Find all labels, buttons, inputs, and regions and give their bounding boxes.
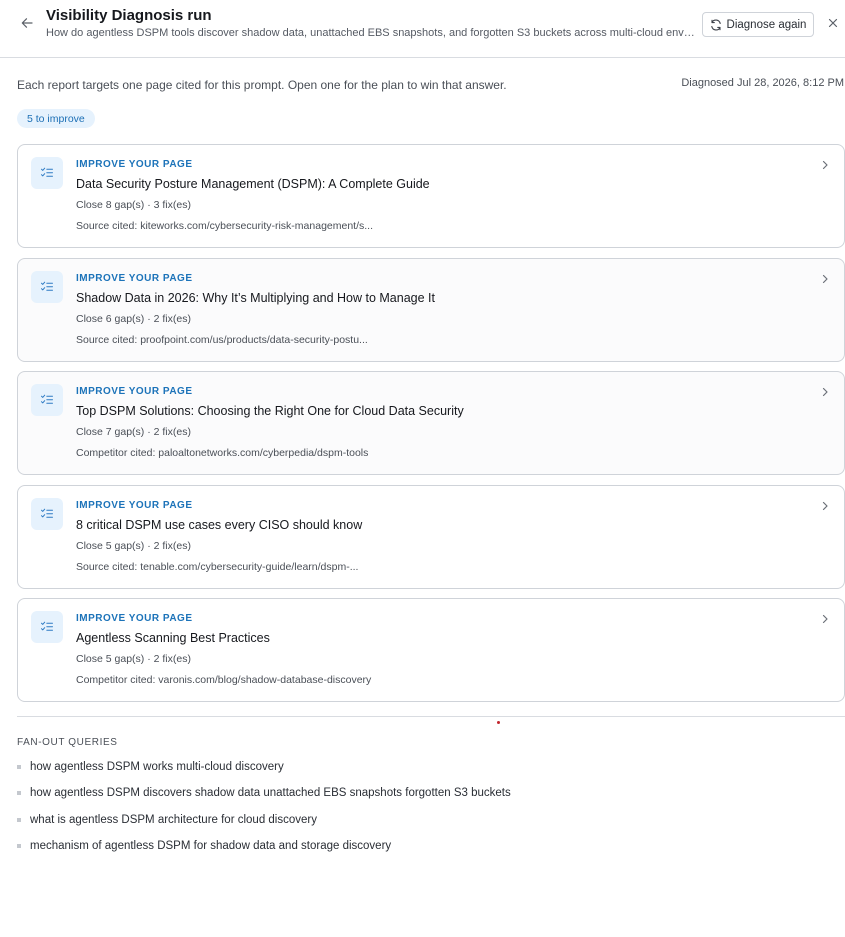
card-gap-summary: Close 7 gap(s) · 2 fix(es) — [76, 426, 191, 438]
card-source: Competitor cited: varonis.com/blog/shado… — [76, 674, 372, 686]
card-gap-summary: Close 6 gap(s) · 2 fix(es) — [76, 312, 191, 325]
card-title: 8 critical DSPM use cases every CISO sho… — [76, 517, 363, 532]
diagnose-again-button[interactable]: Diagnose again — [702, 12, 814, 37]
arrow-left-icon — [21, 18, 33, 28]
checklist-icon — [31, 611, 63, 643]
chevron-right-icon — [822, 274, 828, 283]
card-source: Source cited: proofpoint.com/us/products… — [76, 333, 368, 346]
page-title: Visibility Diagnosis run — [46, 7, 212, 24]
card-kicker: IMPROVE YOUR PAGE — [76, 159, 193, 170]
card-title: Data Security Posture Management (DSPM):… — [76, 177, 430, 191]
card-kicker: IMPROVE YOUR PAGE — [76, 386, 193, 397]
diagnosed-timestamp: Diagnosed Jul 28, 2026, 8:12 PM — [681, 77, 844, 89]
close-button[interactable] — [824, 14, 842, 32]
header: Visibility Diagnosis run How do agentles… — [0, 0, 845, 58]
fanout-heading: FAN-OUT QUERIES — [17, 737, 118, 748]
improve-count-badge: 5 to improve — [17, 109, 95, 128]
card-kicker: IMPROVE YOUR PAGE — [76, 613, 193, 624]
bullet-icon — [17, 843, 21, 848]
fanout-query-text: how agentless DSPM works multi-cloud dis… — [30, 761, 284, 773]
chevron-right-icon — [822, 501, 828, 510]
checklist-icon — [31, 157, 63, 189]
card-gap-summary: Close 5 gap(s) · 2 fix(es) — [76, 653, 191, 665]
back-button[interactable] — [17, 13, 37, 33]
bullet-icon — [17, 791, 21, 796]
fanout-query-item: how agentless DSPM works multi-cloud dis… — [17, 759, 511, 785]
fanout-query-item: what is agentless DSPM architecture for … — [17, 812, 511, 838]
chevron-right-icon — [822, 160, 828, 170]
card-title: Shadow Data in 2026: Why It’s Multiplyin… — [76, 290, 435, 305]
card-title: Agentless Scanning Best Practices — [76, 631, 270, 645]
fanout-query-text: mechanism of agentless DSPM for shadow d… — [30, 839, 392, 852]
fanout-query-item: how agentless DSPM discovers shadow data… — [17, 785, 511, 811]
diagnose-again-label: Diagnose again — [726, 18, 807, 31]
card-source: Competitor cited: paloaltonetworks.com/c… — [76, 447, 369, 459]
chevron-right-icon — [822, 614, 828, 624]
card-source: Source cited: tenable.com/cybersecurity-… — [76, 560, 359, 573]
report-card[interactable]: IMPROVE YOUR PAGE Top DSPM Solutions: Ch… — [17, 371, 845, 475]
prompt-subtitle: How do agentless DSPM tools discover sha… — [46, 27, 696, 39]
fanout-query-item: mechanism of agentless DSPM for shadow d… — [17, 838, 511, 864]
card-source: Source cited: kiteworks.com/cybersecurit… — [76, 220, 374, 232]
bullet-icon — [17, 817, 21, 822]
card-gap-summary: Close 5 gap(s) · 2 fix(es) — [76, 539, 191, 552]
fanout-query-text: how agentless DSPM discovers shadow data… — [30, 787, 511, 800]
bullet-icon — [17, 765, 21, 769]
close-icon — [828, 18, 838, 28]
card-kicker: IMPROVE YOUR PAGE — [76, 499, 193, 511]
refresh-icon — [710, 18, 721, 31]
indicator-dot — [497, 721, 500, 724]
fanout-query-text: what is agentless DSPM architecture for … — [30, 813, 317, 826]
card-gap-summary: Close 8 gap(s) · 3 fix(es) — [76, 199, 191, 211]
card-kicker: IMPROVE YOUR PAGE — [76, 272, 193, 284]
report-card[interactable]: IMPROVE YOUR PAGE 8 critical DSPM use ca… — [17, 484, 845, 589]
card-title: Top DSPM Solutions: Choosing the Right O… — [76, 404, 464, 418]
report-card[interactable]: IMPROVE YOUR PAGE Agentless Scanning Bes… — [17, 598, 845, 702]
section-divider — [17, 716, 845, 717]
fanout-query-list: how agentless DSPM works multi-cloud dis… — [17, 759, 511, 864]
report-card-list: IMPROVE YOUR PAGE Data Security Posture … — [17, 144, 845, 712]
report-card[interactable]: IMPROVE YOUR PAGE Shadow Data in 2026: W… — [17, 257, 845, 362]
intro-text: Each report targets one page cited for t… — [17, 78, 507, 92]
checklist-icon — [31, 384, 63, 416]
chevron-right-icon — [822, 387, 828, 397]
checklist-icon — [31, 497, 63, 530]
checklist-icon — [31, 270, 63, 303]
report-card[interactable]: IMPROVE YOUR PAGE Data Security Posture … — [17, 144, 845, 248]
